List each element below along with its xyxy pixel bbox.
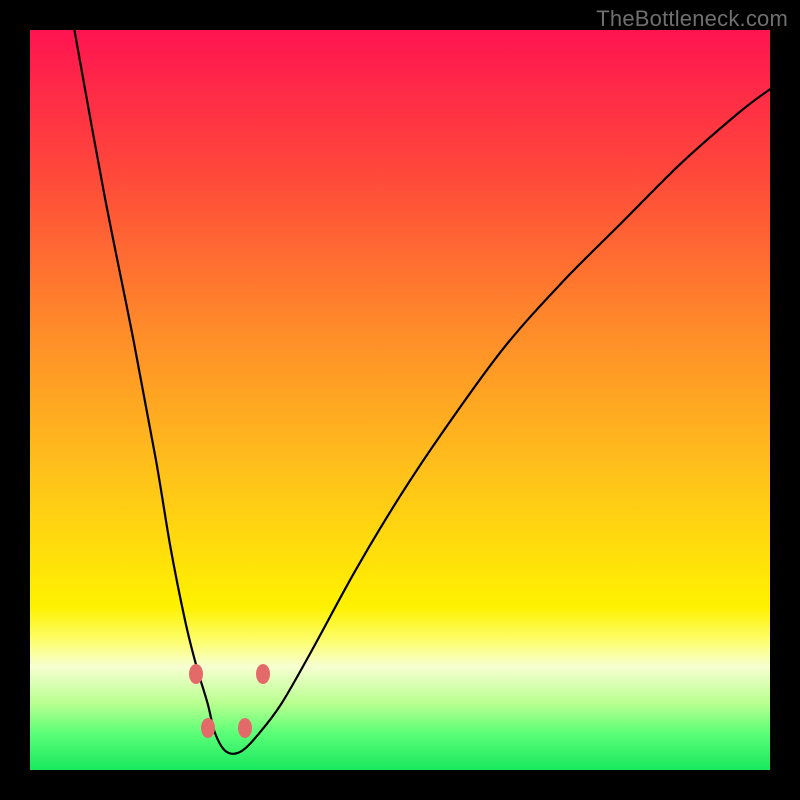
watermark-text: TheBottleneck.com	[596, 6, 788, 32]
curve-marker	[201, 718, 215, 738]
curve-marker	[189, 664, 203, 684]
outer-frame: TheBottleneck.com	[0, 0, 800, 800]
curve-marker	[238, 718, 252, 738]
plot-area	[30, 30, 770, 770]
curve-marker	[256, 664, 270, 684]
curve-markers	[30, 30, 770, 770]
